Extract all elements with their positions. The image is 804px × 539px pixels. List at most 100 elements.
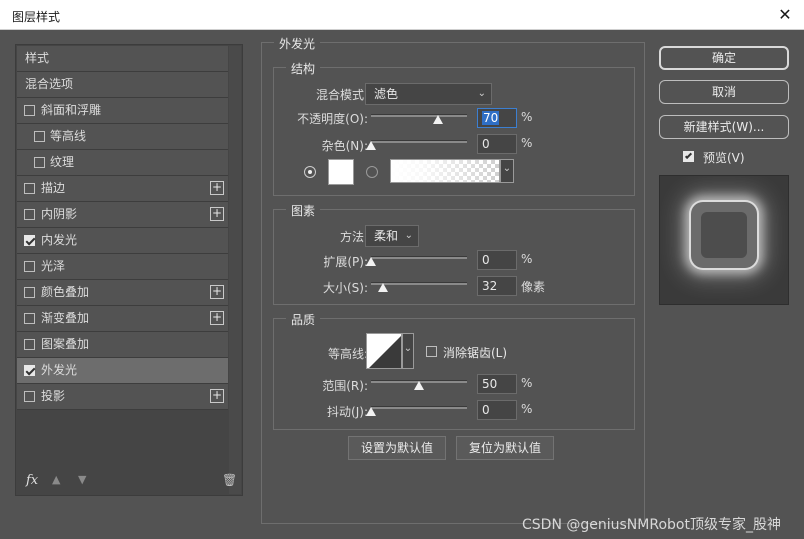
- style-item[interactable]: 混合选项: [17, 72, 228, 98]
- gradient-swatch[interactable]: [390, 159, 500, 183]
- opacity-slider[interactable]: [371, 114, 467, 117]
- style-checkbox[interactable]: [24, 105, 35, 116]
- style-checkbox[interactable]: [24, 183, 35, 194]
- style-item-label: 渐变叠加: [41, 311, 90, 325]
- style-checkbox[interactable]: [24, 313, 35, 324]
- spread-slider-thumb[interactable]: [366, 257, 376, 266]
- style-item-label: 图案叠加: [41, 337, 90, 351]
- chevron-down-icon: ⌄: [477, 88, 486, 99]
- style-item[interactable]: 光泽: [17, 254, 228, 280]
- window-title: 图层样式: [12, 10, 61, 24]
- antialias-checkbox[interactable]: [426, 346, 437, 357]
- style-item[interactable]: 投影 +: [17, 384, 228, 410]
- move-up-icon[interactable]: ▲: [52, 473, 60, 486]
- technique-label: 方法:: [339, 230, 368, 244]
- add-icon[interactable]: +: [210, 389, 224, 403]
- chevron-down-icon[interactable]: ⌄: [500, 159, 514, 183]
- add-icon[interactable]: +: [210, 181, 224, 195]
- range-input[interactable]: 50: [477, 374, 517, 394]
- spread-label: 扩展(P):: [323, 255, 368, 269]
- technique-dropdown[interactable]: 柔和 ⌄: [365, 225, 419, 247]
- style-list-panel: 样式 混合选项 斜面和浮雕 等高线 纹理 描边 + 内阴影 + 内发光 光泽 颜色叠加 + 渐变叠加 + 图案…: [15, 44, 243, 496]
- style-checkbox[interactable]: [24, 287, 35, 298]
- style-item-label: 描边: [41, 181, 66, 195]
- preview-label: 预览(V): [703, 151, 745, 165]
- style-checkbox[interactable]: [24, 339, 35, 350]
- chevron-down-icon[interactable]: ⌄: [402, 333, 414, 369]
- style-checkbox[interactable]: [24, 235, 35, 246]
- range-slider-thumb[interactable]: [414, 381, 424, 390]
- spread-slider[interactable]: [371, 256, 467, 259]
- make-default-button[interactable]: 设置为默认值: [348, 436, 446, 460]
- style-item[interactable]: 斜面和浮雕: [17, 98, 228, 124]
- chevron-down-icon: ⌄: [404, 230, 413, 241]
- technique-value: 柔和: [374, 229, 399, 243]
- solid-color-radio[interactable]: [304, 166, 316, 178]
- noise-slider-thumb[interactable]: [366, 141, 376, 150]
- style-item[interactable]: 描边 +: [17, 176, 228, 202]
- jitter-label: 抖动(J):: [327, 405, 368, 419]
- quality-title: 品质: [286, 311, 321, 328]
- elements-group: 图素 方法: 柔和 ⌄ 扩展(P): 0 % 大小(S): 32 像素: [273, 202, 635, 305]
- title-bar: 图层样式 ✕: [0, 0, 804, 30]
- style-item-label: 纹理: [50, 155, 75, 169]
- style-checkbox[interactable]: [34, 131, 45, 142]
- new-style-button[interactable]: 新建样式(W)...: [659, 115, 789, 139]
- preview-checkbox[interactable]: [683, 151, 694, 162]
- preview-thumbnail: [659, 175, 789, 305]
- style-item[interactable]: 图案叠加: [17, 332, 228, 358]
- elements-title: 图素: [286, 202, 321, 219]
- jitter-slider-thumb[interactable]: [366, 407, 376, 416]
- size-input[interactable]: 32: [477, 276, 517, 296]
- trash-icon[interactable]: 🗑: [222, 473, 237, 487]
- noise-slider[interactable]: [371, 140, 467, 143]
- blend-mode-value: 滤色: [374, 87, 399, 101]
- jitter-input[interactable]: 0: [477, 400, 517, 420]
- contour-preview[interactable]: [366, 333, 402, 369]
- cancel-button[interactable]: 取消: [659, 80, 789, 104]
- style-item[interactable]: 内阴影 +: [17, 202, 228, 228]
- style-list: 样式 混合选项 斜面和浮雕 等高线 纹理 描边 + 内阴影 + 内发光 光泽 颜色叠加 + 渐变叠加 + 图案…: [17, 46, 228, 410]
- spread-input[interactable]: 0: [477, 250, 517, 270]
- gradient-radio[interactable]: [366, 166, 378, 178]
- style-item-label: 外发光: [41, 363, 78, 377]
- opacity-input[interactable]: 70: [477, 108, 517, 128]
- ok-button[interactable]: 确定: [659, 46, 789, 70]
- style-list-scrollbar[interactable]: [229, 46, 241, 494]
- structure-group: 结构 混合模式: 滤色 ⌄ 不透明度(O): 70 % 杂色(N): 0 % ⌄: [273, 60, 635, 196]
- watermark: CSDN @geniusNMRobot顶级专家_股神: [522, 517, 781, 533]
- fx-icon[interactable]: fx: [26, 473, 38, 488]
- reset-default-button[interactable]: 复位为默认值: [456, 436, 554, 460]
- style-item-label: 投影: [41, 389, 66, 403]
- style-item[interactable]: 等高线: [17, 124, 228, 150]
- style-checkbox[interactable]: [24, 209, 35, 220]
- style-item[interactable]: 纹理: [17, 150, 228, 176]
- size-slider-thumb[interactable]: [378, 283, 389, 292]
- outer-glow-panel: 外发光 结构 混合模式: 滤色 ⌄ 不透明度(O): 70 % 杂色(N): 0…: [261, 35, 645, 524]
- opacity-slider-thumb[interactable]: [433, 115, 444, 124]
- style-item-label: 颜色叠加: [41, 285, 90, 299]
- style-checkbox[interactable]: [24, 391, 35, 402]
- style-checkbox[interactable]: [34, 157, 45, 168]
- style-item-label: 等高线: [50, 129, 87, 143]
- add-icon[interactable]: +: [210, 311, 224, 325]
- move-down-icon[interactable]: ▼: [78, 473, 86, 486]
- glow-color-swatch[interactable]: [328, 159, 354, 185]
- add-icon[interactable]: +: [210, 207, 224, 221]
- close-icon[interactable]: ✕: [774, 4, 796, 26]
- size-label: 大小(S):: [322, 281, 368, 295]
- style-item[interactable]: 样式: [17, 46, 228, 72]
- style-item[interactable]: 内发光: [17, 228, 228, 254]
- jitter-slider[interactable]: [371, 406, 467, 409]
- style-checkbox[interactable]: [24, 365, 35, 376]
- quality-group: 品质 等高线: ⌄ 消除锯齿(L) 范围(R): 50 % 抖动(J): 0 %: [273, 311, 635, 430]
- blend-mode-dropdown[interactable]: 滤色 ⌄: [365, 83, 492, 105]
- style-item-label: 样式: [25, 51, 50, 65]
- add-icon[interactable]: +: [210, 285, 224, 299]
- style-item[interactable]: 渐变叠加 +: [17, 306, 228, 332]
- contour-label: 等高线:: [327, 347, 368, 361]
- style-item[interactable]: 外发光: [17, 358, 228, 384]
- style-item[interactable]: 颜色叠加 +: [17, 280, 228, 306]
- style-checkbox[interactable]: [24, 261, 35, 272]
- noise-input[interactable]: 0: [477, 134, 517, 154]
